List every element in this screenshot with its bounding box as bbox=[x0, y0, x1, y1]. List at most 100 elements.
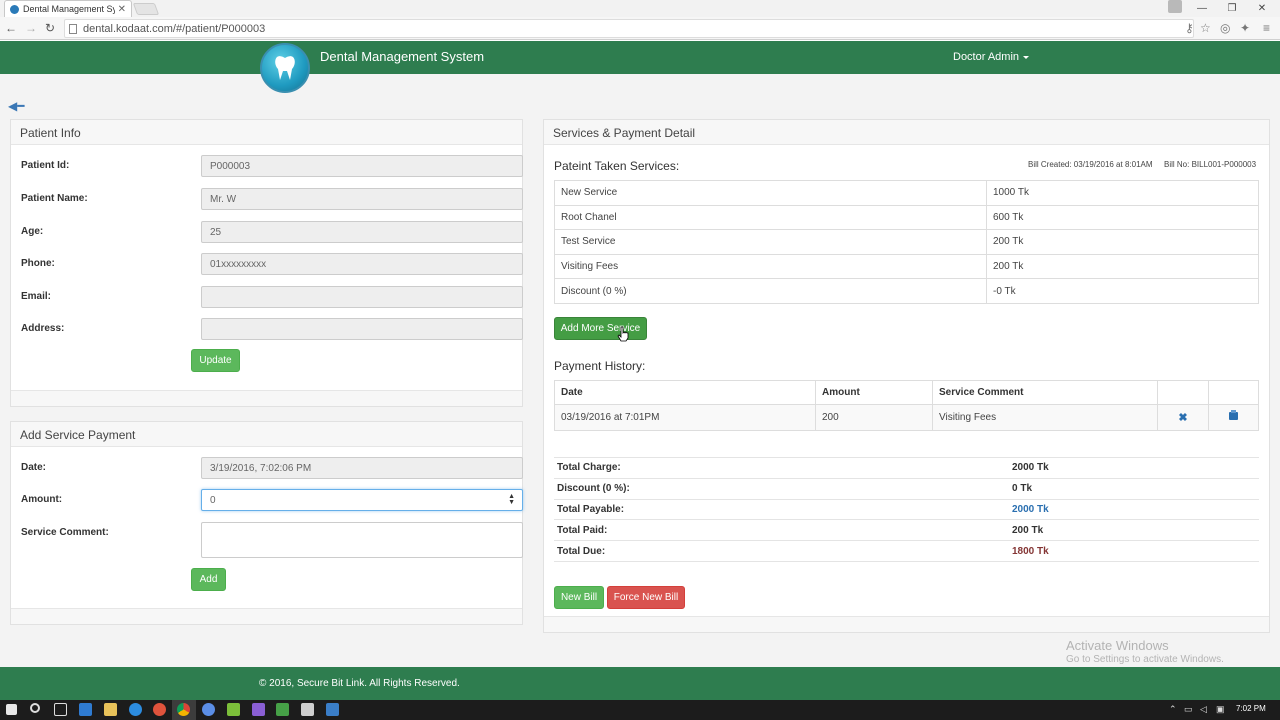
user-name: Doctor Admin bbox=[953, 51, 1020, 63]
phone-label: Phone: bbox=[21, 258, 55, 269]
code-app-icon[interactable] bbox=[326, 703, 339, 716]
payment-history-title: Payment History: bbox=[554, 359, 646, 373]
task-view-icon[interactable] bbox=[54, 703, 67, 716]
age-label: Age: bbox=[21, 226, 44, 237]
hand-cursor-icon bbox=[617, 326, 629, 342]
forward-icon[interactable]: → bbox=[23, 20, 39, 36]
menu-icon[interactable]: ≡ bbox=[1263, 21, 1270, 35]
chrome-icon[interactable] bbox=[177, 703, 190, 716]
browser-tab[interactable]: Dental Management Syste ✕ bbox=[4, 0, 132, 17]
browser-app-icon[interactable] bbox=[153, 703, 166, 716]
table-row: Test Service 200 Tk bbox=[554, 229, 1259, 255]
total-due-row: Total Due: 1800 Tk bbox=[554, 540, 1259, 562]
delete-column-header bbox=[1157, 380, 1209, 405]
close-tab-icon[interactable]: ✕ bbox=[118, 4, 126, 15]
service-price-cell: 600 Tk bbox=[986, 204, 1259, 231]
reload-icon[interactable]: ↻ bbox=[42, 20, 58, 36]
volume-icon[interactable]: ◁ bbox=[1200, 704, 1207, 715]
payment-comment-cell: Visiting Fees bbox=[932, 404, 1158, 431]
dropdown-caret-icon bbox=[1023, 55, 1030, 59]
service-name-cell: Discount (0 %) bbox=[554, 278, 987, 304]
edge-icon[interactable] bbox=[129, 703, 142, 716]
profile-icon[interactable] bbox=[1168, 0, 1182, 13]
minimize-icon[interactable]: — bbox=[1188, 0, 1216, 17]
app-header bbox=[0, 41, 1280, 74]
patient-name-row: Patient Name: Mr. W bbox=[21, 188, 523, 210]
page-icon bbox=[69, 23, 77, 34]
phone-field[interactable]: 01xxxxxxxxx bbox=[201, 253, 523, 275]
delete-icon[interactable]: ✖ bbox=[1178, 412, 1187, 424]
back-arrow-icon[interactable]: ◀━ bbox=[8, 99, 24, 113]
update-button[interactable]: Update bbox=[191, 349, 240, 372]
restore-icon[interactable]: ❐ bbox=[1218, 0, 1246, 17]
force-new-bill-button[interactable]: Force New Bill bbox=[607, 586, 685, 609]
visual-studio-icon[interactable] bbox=[252, 703, 265, 716]
patient-name-field[interactable]: Mr. W bbox=[201, 188, 523, 210]
user-menu[interactable]: Doctor Admin bbox=[953, 51, 1030, 63]
green-app-icon[interactable] bbox=[276, 703, 289, 716]
browser-tab-title: Dental Management Syste bbox=[23, 4, 115, 14]
payment-date-row: Date: 3/19/2016, 7:02:06 PM bbox=[21, 457, 523, 479]
close-window-icon[interactable]: ✕ bbox=[1248, 0, 1276, 17]
patient-id-field[interactable]: P000003 bbox=[201, 155, 523, 177]
phone-row: Phone: 01xxxxxxxxx bbox=[21, 253, 523, 275]
print-icon[interactable] bbox=[1229, 410, 1238, 420]
service-name-cell: Test Service bbox=[554, 229, 987, 255]
comment-column-header: Service Comment bbox=[932, 380, 1158, 405]
email-row: Email: bbox=[21, 286, 523, 308]
service-name-cell: Root Chanel bbox=[554, 204, 987, 231]
table-row: Root Chanel 600 Tk bbox=[554, 204, 1259, 231]
taken-services-title: Pateint Taken Services: bbox=[554, 159, 680, 173]
service-comment-field[interactable] bbox=[201, 522, 523, 558]
address-row: Address: bbox=[21, 318, 523, 340]
tooth-glyph-icon bbox=[275, 56, 295, 80]
bookmark-star-icon[interactable]: ☆ bbox=[1200, 21, 1211, 35]
desktop-app-icon[interactable] bbox=[79, 703, 92, 716]
patient-info-footer bbox=[11, 390, 522, 406]
address-field[interactable] bbox=[201, 318, 523, 340]
service-comment-label: Service Comment: bbox=[21, 527, 109, 538]
email-field[interactable] bbox=[201, 286, 523, 308]
patient-name-label: Patient Name: bbox=[21, 193, 88, 204]
discount-value: 0 Tk bbox=[1009, 477, 1259, 500]
patient-id-row: Patient Id: P000003 bbox=[21, 155, 523, 177]
tools-app-icon[interactable] bbox=[227, 703, 240, 716]
new-bill-button[interactable]: New Bill bbox=[554, 586, 604, 609]
browser-tabstrip: Dental Management Syste ✕ — ❐ ✕ bbox=[0, 0, 1280, 17]
add-payment-button[interactable]: Add bbox=[191, 568, 226, 591]
table-header-row: Date Amount Service Comment bbox=[554, 380, 1259, 405]
taskbar-clock: 7:02 PM bbox=[1236, 704, 1266, 713]
globe-app-icon[interactable] bbox=[202, 703, 215, 716]
amount-column-header: Amount bbox=[815, 380, 933, 405]
discount-row: Discount (0 %): 0 Tk bbox=[554, 477, 1259, 500]
add-more-service-button[interactable]: Add More Service bbox=[554, 317, 647, 340]
amount-label: Amount: bbox=[21, 494, 63, 505]
url-field[interactable]: dental.kodaat.com/#/patient/P000003 bbox=[64, 19, 1194, 38]
extension-icon[interactable]: ◎ bbox=[1220, 21, 1230, 35]
total-payable-value: 2000 Tk bbox=[1009, 498, 1259, 520]
total-payable-label: Total Payable: bbox=[554, 498, 1009, 520]
start-icon[interactable] bbox=[6, 704, 17, 715]
total-paid-row: Total Paid: 200 Tk bbox=[554, 519, 1259, 541]
total-paid-label: Total Paid: bbox=[554, 519, 1009, 541]
service-price-cell: 200 Tk bbox=[986, 253, 1259, 280]
add-payment-footer bbox=[11, 608, 522, 624]
spinner-icon[interactable]: ▲ ▼ bbox=[508, 493, 515, 506]
service-price-cell: 200 Tk bbox=[986, 229, 1259, 255]
amount-field[interactable]: 0 ▲ ▼ bbox=[201, 489, 523, 511]
back-icon[interactable]: ← bbox=[3, 20, 19, 36]
tray-chevron-icon[interactable]: ⌃ bbox=[1169, 704, 1177, 715]
new-tab-button[interactable] bbox=[132, 3, 160, 15]
tooth-logo-icon[interactable] bbox=[260, 43, 310, 93]
add-payment-title: Add Service Payment bbox=[11, 422, 522, 447]
network-icon[interactable]: ▭ bbox=[1184, 704, 1193, 715]
extension-2-icon[interactable]: ✦ bbox=[1240, 21, 1250, 35]
age-field[interactable]: 25 bbox=[201, 221, 523, 243]
table-row: New Service 1000 Tk bbox=[554, 180, 1259, 206]
search-icon[interactable] bbox=[30, 703, 40, 713]
key-icon[interactable]: ⚷ bbox=[1185, 21, 1194, 35]
file-explorer-icon[interactable] bbox=[104, 703, 117, 716]
document-app-icon[interactable] bbox=[301, 703, 314, 716]
payment-date-field[interactable]: 3/19/2016, 7:02:06 PM bbox=[201, 457, 523, 479]
notification-icon[interactable]: ▣ bbox=[1216, 704, 1225, 715]
